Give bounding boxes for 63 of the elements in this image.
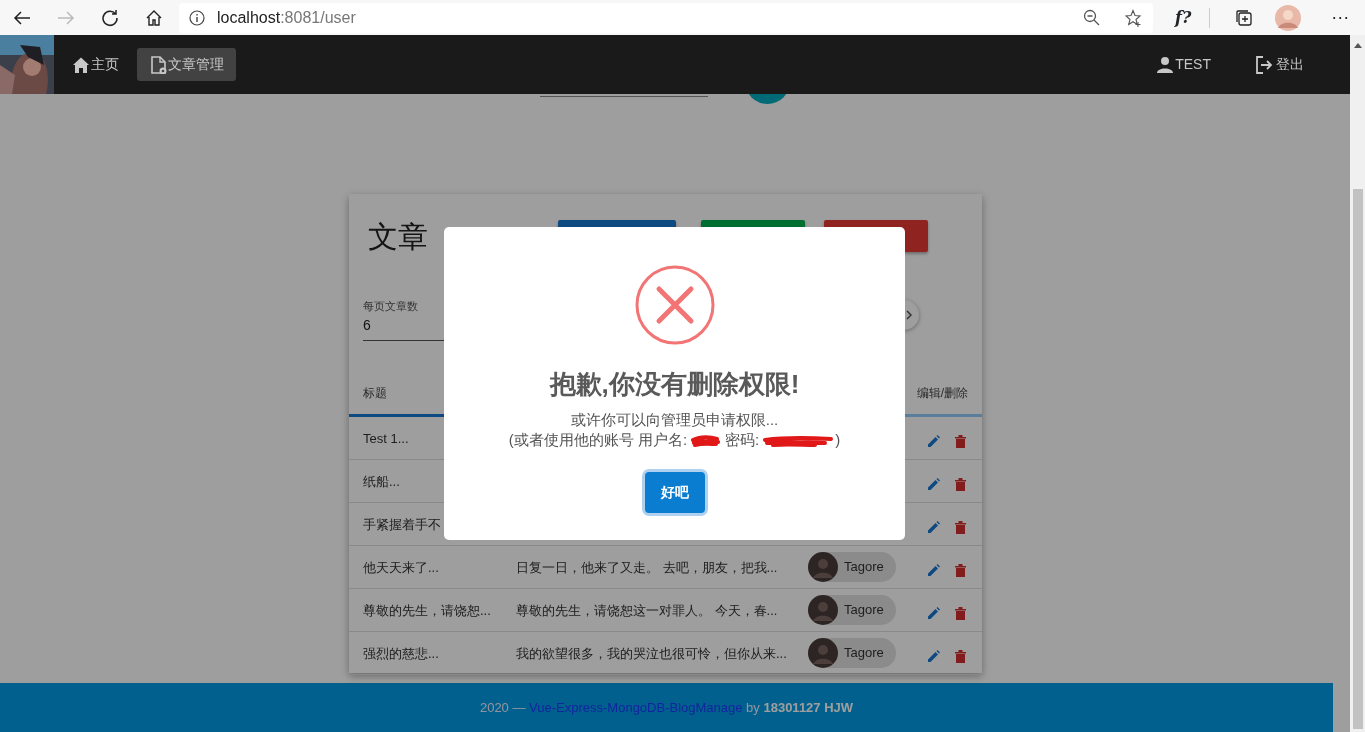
table-cell-text: 尊敬的先生，请饶恕... bbox=[363, 602, 491, 620]
account-hint: (或者使用他的账号 用户名: bbox=[508, 430, 688, 450]
redaction-mark bbox=[763, 434, 834, 449]
avatar bbox=[808, 595, 838, 625]
document-gear-icon bbox=[149, 55, 167, 74]
edit-icon[interactable] bbox=[927, 478, 940, 492]
collections-icon[interactable] bbox=[1235, 8, 1254, 27]
dialog-title: 抱歉,你没有删除权限! bbox=[549, 368, 800, 401]
extension-button[interactable]: f? bbox=[1169, 0, 1198, 35]
address-bar[interactable]: localhost:8081/user bbox=[179, 2, 1153, 33]
confirm-button[interactable]: 好吧 bbox=[644, 472, 705, 513]
more-menu-button[interactable]: ··· bbox=[1318, 0, 1363, 35]
logout-button[interactable]: 登出 bbox=[1249, 48, 1310, 81]
nav-tab[interactable]: 文章管理 bbox=[137, 48, 236, 81]
edit-icon[interactable] bbox=[927, 564, 940, 578]
scrollbar-thumb[interactable] bbox=[1352, 189, 1363, 729]
author-chip[interactable]: Tagore bbox=[808, 638, 896, 668]
avatar bbox=[808, 552, 838, 582]
table-cell-text: 强烈的慈悲... bbox=[363, 645, 439, 663]
edit-icon[interactable] bbox=[927, 650, 940, 664]
delete-icon[interactable] bbox=[955, 478, 966, 492]
table-cell-text: 我的欲望很多，我的哭泣也很可怜，但你从来... bbox=[516, 645, 787, 663]
forward-icon bbox=[57, 9, 75, 26]
edit-icon[interactable] bbox=[927, 521, 940, 535]
delete-icon[interactable] bbox=[955, 607, 966, 621]
home-icon bbox=[72, 55, 90, 74]
delete-icon[interactable] bbox=[955, 564, 966, 578]
table-cell-text: Test 1... bbox=[363, 430, 409, 448]
table-cell-text: 日复一日，他来了又走。 去吧，朋友，把我... bbox=[516, 559, 778, 577]
zoom-out-icon[interactable] bbox=[1083, 8, 1101, 27]
column-header: 编辑/删除 bbox=[916, 385, 968, 402]
account-hint: ) bbox=[835, 430, 841, 450]
logout-icon bbox=[1255, 55, 1275, 74]
redaction-mark bbox=[691, 434, 722, 449]
refresh-icon[interactable] bbox=[101, 8, 119, 27]
table-cell-text: 手紧握着手不 bbox=[363, 516, 441, 534]
edit-icon[interactable] bbox=[927, 607, 940, 621]
user-button[interactable]: TEST bbox=[1150, 48, 1217, 81]
user-icon bbox=[1156, 55, 1175, 74]
table-cell-text: 纸船... bbox=[363, 473, 400, 491]
avatar bbox=[808, 638, 838, 668]
info-icon[interactable] bbox=[189, 9, 205, 26]
dialog-message: 或许你可以向管理员申请权限... bbox=[570, 410, 779, 430]
author-chip[interactable]: Tagore bbox=[808, 595, 896, 625]
edit-icon[interactable] bbox=[927, 435, 940, 449]
table-cell-text: 尊敬的先生，请饶恕这一对罪人。 今天，春... bbox=[516, 602, 778, 620]
favorite-icon[interactable] bbox=[1125, 8, 1143, 27]
back-icon[interactable] bbox=[13, 9, 31, 26]
delete-icon[interactable] bbox=[955, 521, 966, 535]
footer-text: 2020 — Vue-Express-MongoDB-BlogManage by 18301127 HJW bbox=[479, 698, 854, 717]
card-title: 文章 bbox=[368, 219, 428, 255]
profile-avatar[interactable] bbox=[1275, 4, 1302, 31]
error-icon bbox=[634, 265, 715, 345]
column-header: 标题 bbox=[363, 385, 387, 402]
home-icon[interactable] bbox=[145, 8, 163, 27]
table-cell-text: 他天天来了... bbox=[363, 559, 439, 577]
delete-icon[interactable] bbox=[955, 650, 966, 664]
account-hint: 密码: bbox=[725, 430, 760, 450]
delete-icon[interactable] bbox=[955, 435, 966, 449]
chevron-icon bbox=[905, 310, 913, 320]
scroll-up-icon[interactable] bbox=[1352, 41, 1363, 49]
author-chip[interactable]: Tagore bbox=[808, 552, 896, 582]
nav-tab[interactable]: 主页 bbox=[66, 48, 125, 81]
